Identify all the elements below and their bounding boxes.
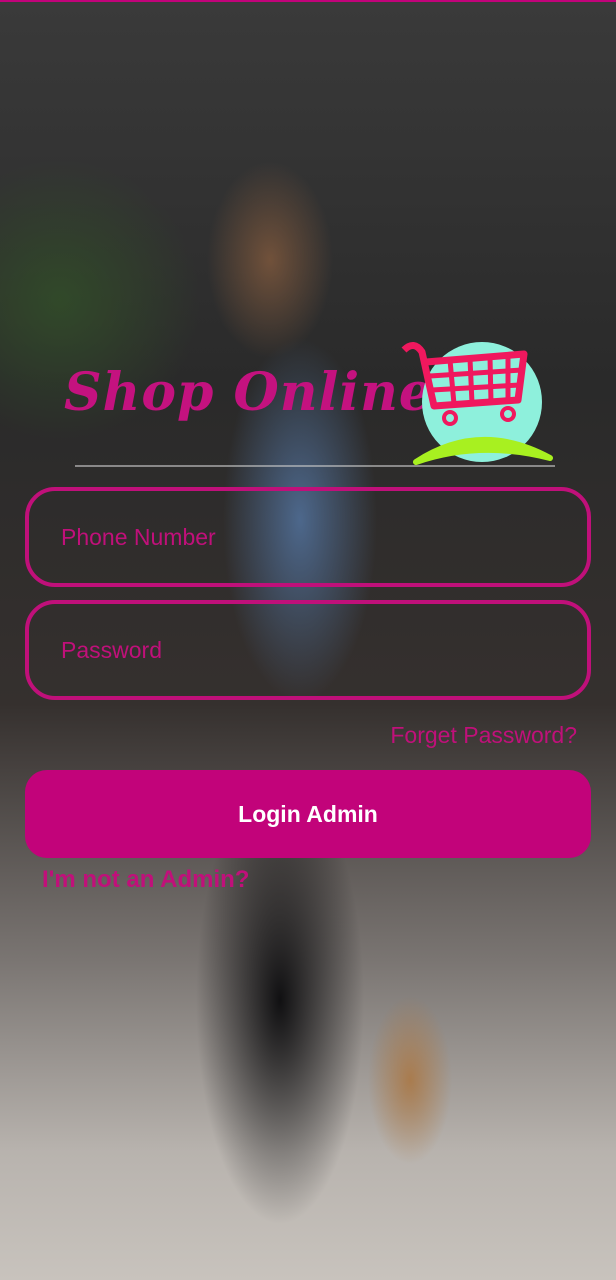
phone-number-field[interactable]	[25, 487, 591, 587]
forget-password-link[interactable]: Forget Password?	[390, 722, 577, 749]
logo-divider	[75, 465, 555, 467]
not-admin-link[interactable]: I'm not an Admin?	[42, 866, 249, 894]
shopping-cart-icon	[401, 342, 553, 465]
top-accent-line	[0, 0, 616, 2]
password-field[interactable]	[25, 600, 591, 700]
phone-number-input[interactable]	[59, 522, 563, 552]
password-input[interactable]	[59, 635, 563, 665]
login-admin-button[interactable]: Login Admin	[25, 770, 591, 858]
app-logo-title: Shop Online	[64, 362, 434, 423]
